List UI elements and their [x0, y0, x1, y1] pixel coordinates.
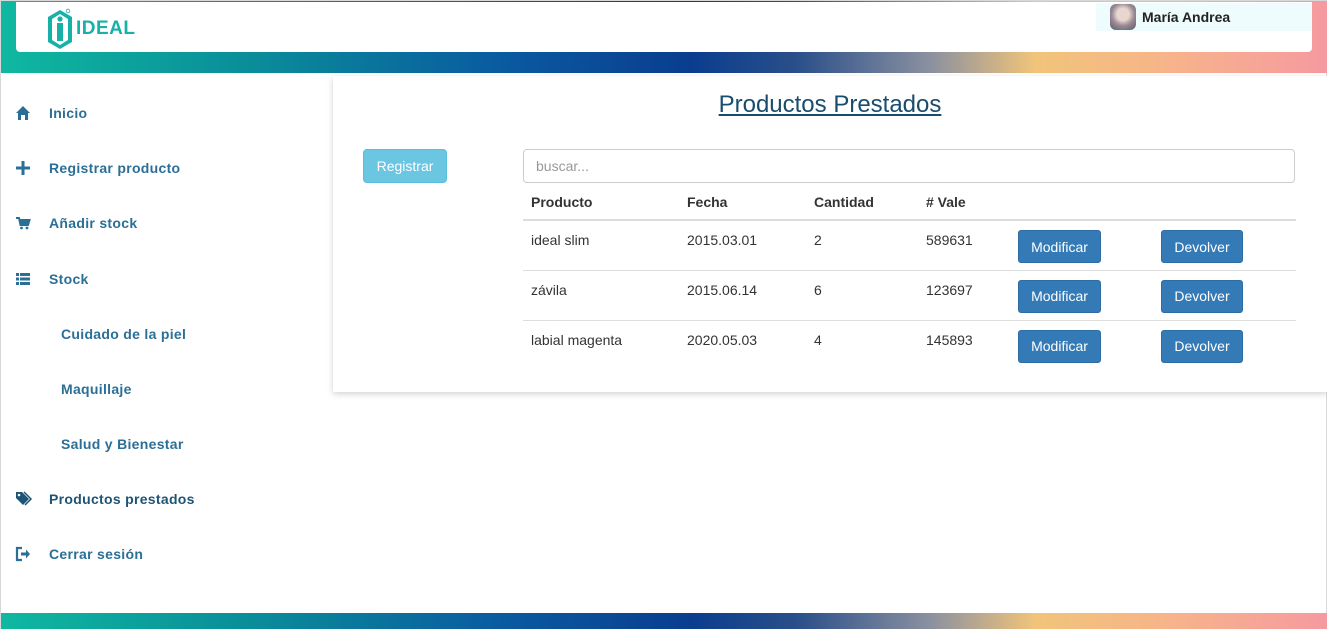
cart-icon: [15, 215, 31, 231]
cell-return: Devolver: [1153, 270, 1296, 321]
sidebar-item-label: Maquillaje: [61, 381, 132, 397]
table-row: ideal slim 2015.03.01 2 589631 Modificar…: [523, 220, 1296, 271]
cell-cantidad: 4: [814, 331, 822, 348]
table-row: závila 2015.06.14 6 123697 Modificar Dev…: [523, 270, 1296, 321]
cell-fecha: 2015.06.14: [679, 270, 806, 321]
sidebar-item-label: Inicio: [49, 105, 88, 121]
sidebar-item-cuidado-de-la-piel[interactable]: Cuidado de la piel: [1, 322, 186, 346]
sidebar-item-productos-prestados[interactable]: Productos prestados: [1, 487, 195, 511]
return-button[interactable]: Devolver: [1161, 279, 1243, 313]
sidebar-item-label: Productos prestados: [49, 491, 195, 507]
logout-icon: [15, 546, 31, 562]
footer-gradient-band: [1, 613, 1327, 629]
return-button[interactable]: Devolver: [1161, 329, 1243, 363]
column-header-vale: # Vale: [918, 185, 1010, 221]
cell-return: Devolver: [1153, 220, 1296, 271]
sidebar-item-label: Cerrar sesión: [49, 546, 144, 562]
plus-icon: [15, 160, 31, 176]
cell-modify: Modificar: [1010, 220, 1153, 271]
sidebar-item-label: Salud y Bienestar: [61, 436, 184, 452]
brand-name: IDEAL: [76, 18, 136, 39]
return-button[interactable]: Devolver: [1161, 230, 1243, 263]
sidebar-item-anadir-stock[interactable]: Añadir stock: [1, 211, 137, 235]
column-header-return: [1153, 185, 1296, 221]
search-input[interactable]: [523, 149, 1295, 183]
sidebar-item-cerrar-sesion[interactable]: Cerrar sesión: [1, 542, 143, 566]
modify-button[interactable]: Modificar: [1018, 329, 1101, 363]
register-button[interactable]: Registrar: [363, 149, 447, 183]
sidebar-item-maquillaje[interactable]: Maquillaje: [1, 377, 132, 401]
cell-fecha: 2015.03.01: [679, 220, 806, 271]
sidebar-item-stock[interactable]: Stock: [1, 267, 89, 291]
sidebar-item-label: Cuidado de la piel: [61, 326, 187, 342]
page-title: Productos Prestados: [718, 91, 942, 118]
column-header-producto: Producto: [523, 185, 679, 221]
column-header-modify: [1010, 185, 1153, 221]
user-name: María Andrea: [1142, 9, 1231, 25]
list-icon: [15, 271, 31, 287]
cell-vale: 589631: [918, 220, 1010, 271]
cell-modify: Modificar: [1010, 270, 1153, 321]
sidebar-item-label: Stock: [49, 271, 89, 287]
cell-vale: 145893: [926, 331, 973, 348]
sidebar-item-registrar-producto[interactable]: Registrar producto: [1, 156, 180, 180]
table-row: labial magenta 2020.05.03 4 145893 Modif…: [523, 320, 1296, 370]
sidebar-item-salud-y-bienestar[interactable]: Salud y Bienestar: [1, 432, 184, 456]
cell-cantidad: 6: [806, 270, 918, 321]
sidebar-item-inicio[interactable]: Inicio: [1, 101, 87, 125]
home-icon: [15, 105, 31, 121]
sidebar-item-label: Registrar producto: [49, 160, 181, 176]
cell-return: Devolver: [1153, 320, 1296, 370]
modify-button[interactable]: Modificar: [1018, 230, 1101, 263]
sidebar-item-label: Añadir stock: [49, 215, 138, 231]
loans-table: Producto Fecha Cantidad # Vale ideal sli…: [523, 185, 1296, 370]
cell-producto: závila: [523, 270, 679, 321]
column-header-cantidad: Cantidad: [806, 185, 918, 221]
cell-producto: labial magenta: [531, 331, 623, 348]
user-menu[interactable]: María Andrea: [1096, 3, 1312, 31]
cell-fecha: 2020.05.03: [687, 331, 758, 348]
cell-cantidad: 2: [806, 220, 918, 271]
tags-icon: [15, 491, 33, 507]
avatar: [1110, 4, 1136, 30]
cell-modify: Modificar: [1010, 320, 1153, 370]
logo-mark-icon: [48, 8, 72, 49]
table-header-row: Producto Fecha Cantidad # Vale: [523, 185, 1296, 221]
main-panel: Productos Prestados Registrar Producto F…: [333, 76, 1327, 392]
cell-producto: ideal slim: [523, 220, 679, 271]
brand-logo[interactable]: IDEAL: [46, 8, 136, 50]
sidebar: Inicio Registrar producto Añadir stock S…: [1, 73, 331, 613]
modify-button[interactable]: Modificar: [1018, 279, 1101, 313]
cell-vale: 123697: [918, 270, 1010, 321]
column-header-fecha: Fecha: [679, 185, 806, 221]
